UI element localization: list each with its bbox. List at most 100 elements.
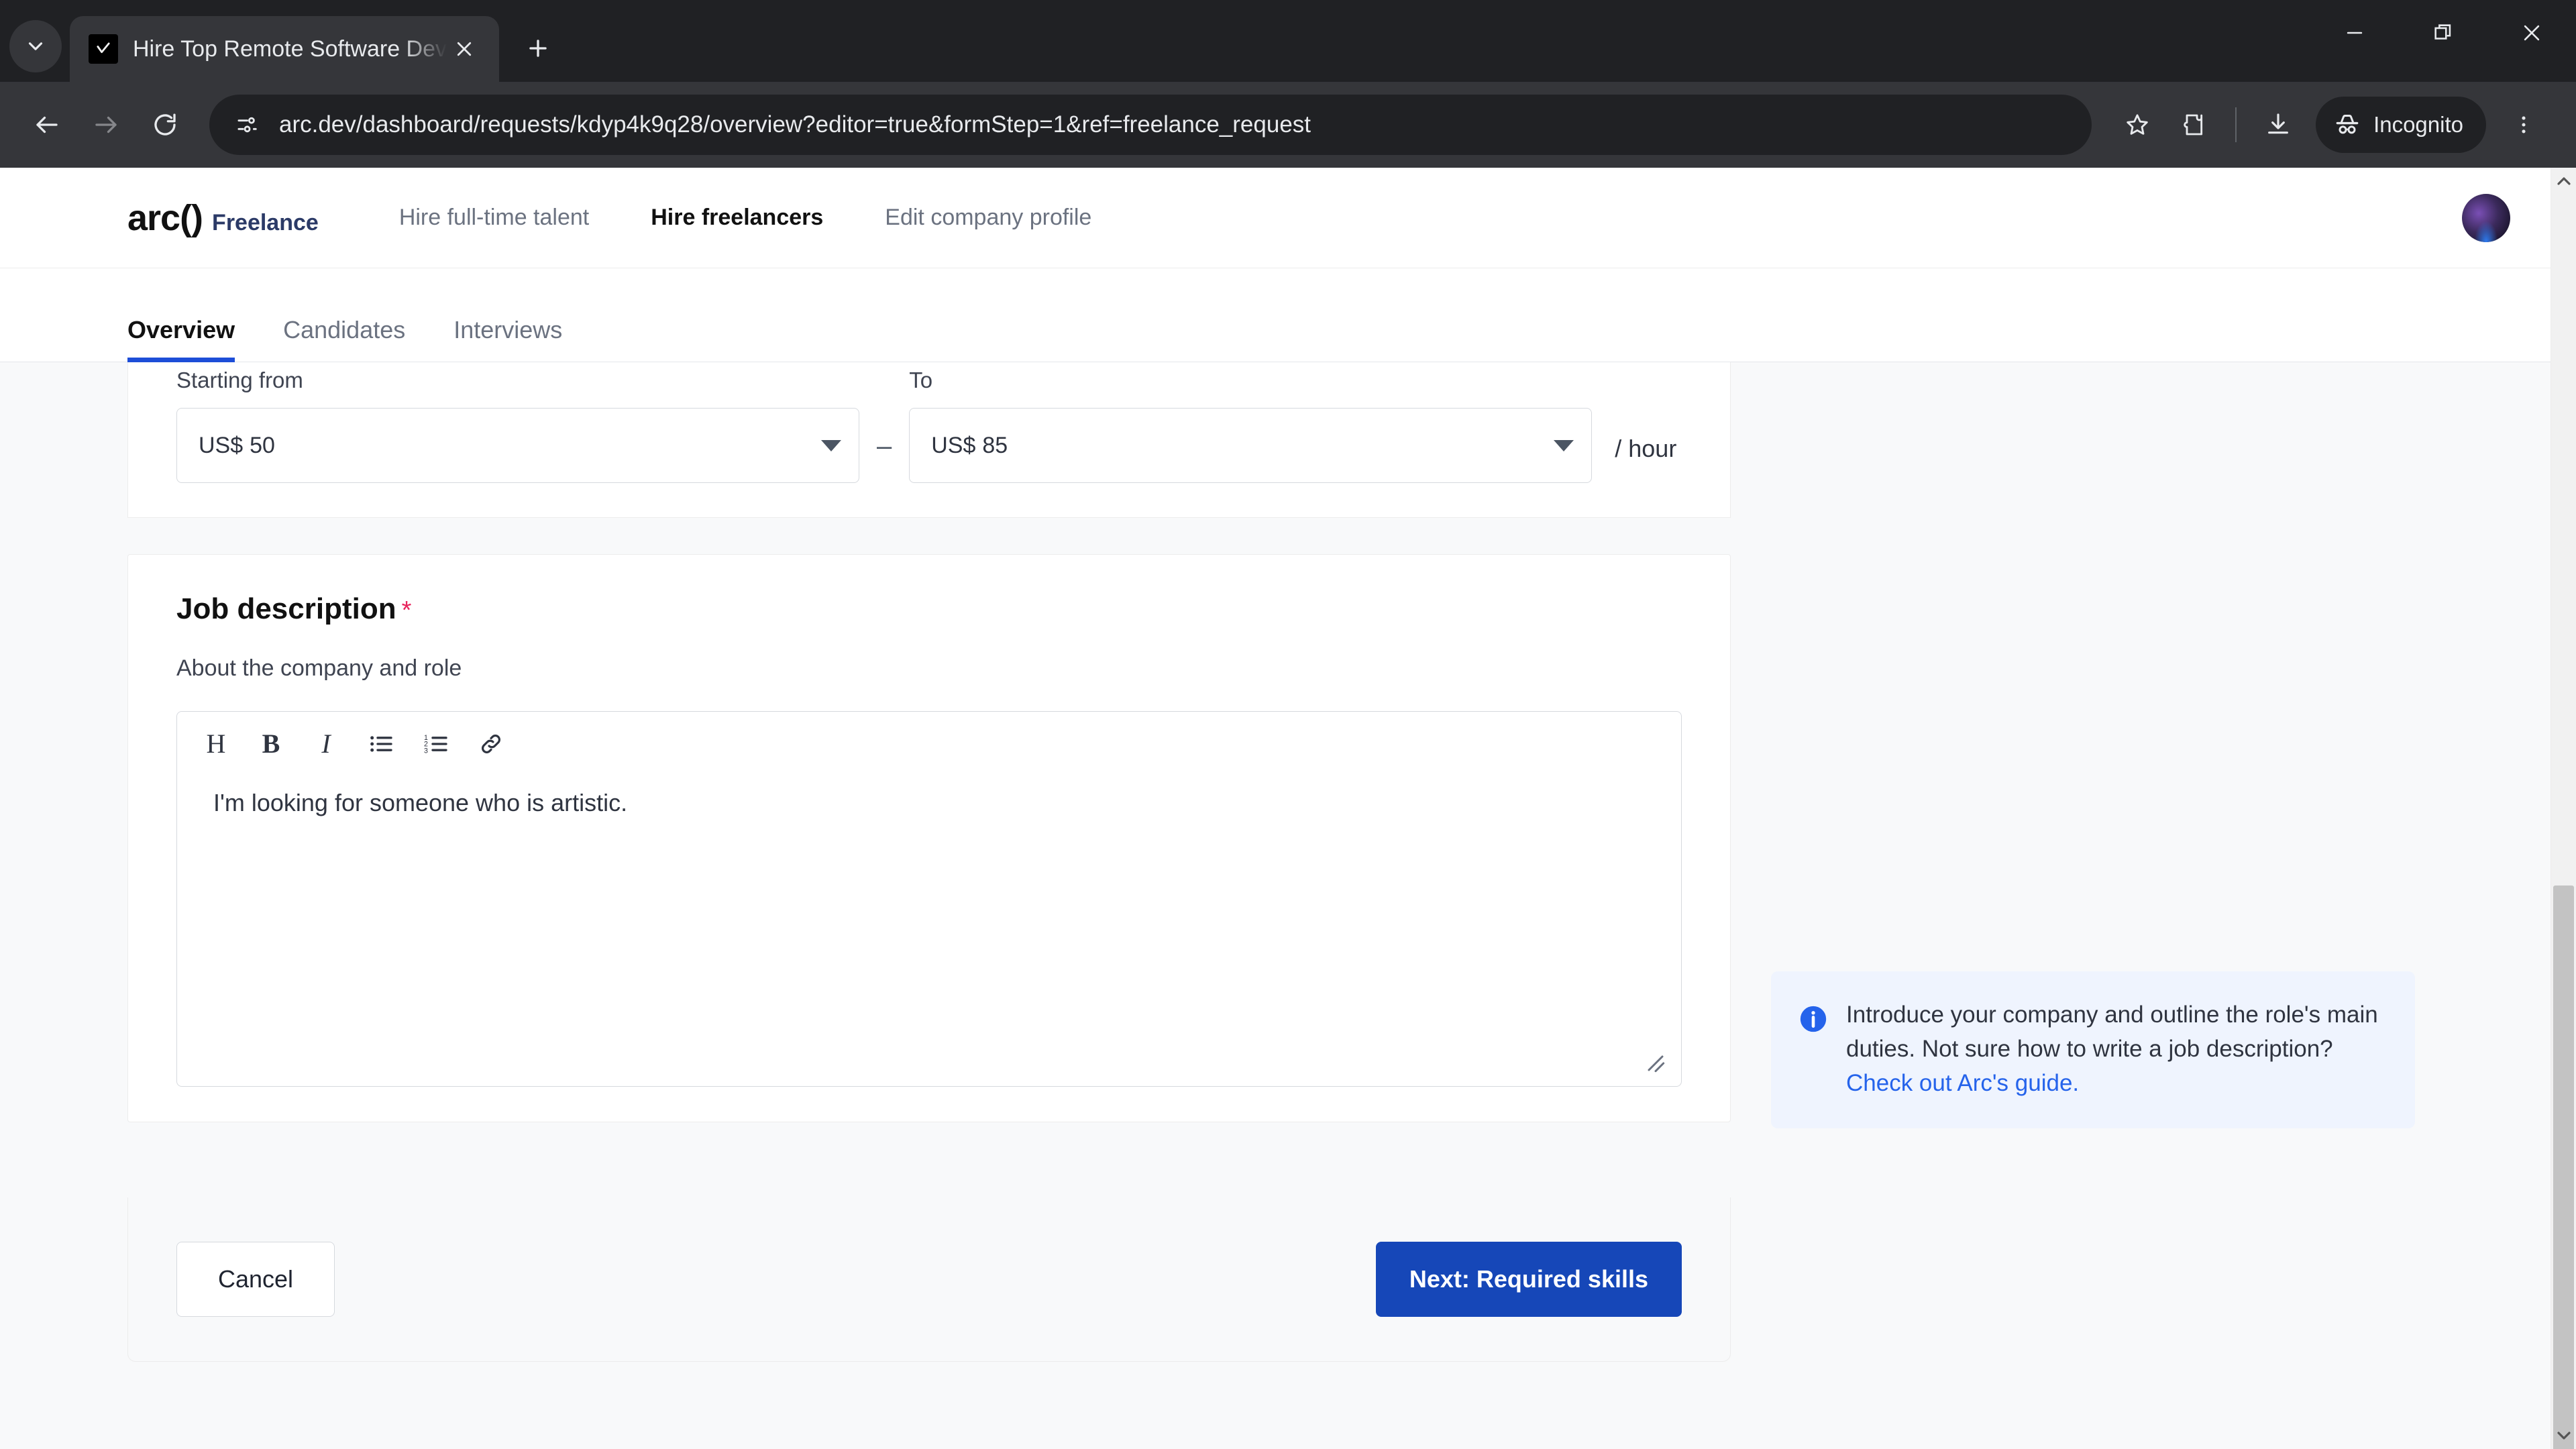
editor-content-area[interactable]: I'm looking for someone who is artistic. <box>177 776 1681 1086</box>
bookmark-button[interactable] <box>2109 97 2165 153</box>
incognito-profile-chip[interactable]: Incognito <box>2316 97 2486 153</box>
italic-button[interactable]: I <box>302 720 350 768</box>
browser-tab[interactable]: Hire Top Remote Software Deve <box>70 16 499 82</box>
hint-body: Introduce your company and outline the r… <box>1846 1002 2378 1062</box>
rate-to-select[interactable]: US$ 85 <box>909 408 1593 483</box>
rate-to-group: To US$ 85 <box>909 368 1593 483</box>
download-icon <box>2268 113 2288 134</box>
incognito-hat-icon <box>2336 115 2359 134</box>
reload-icon <box>154 113 176 136</box>
tab-candidates[interactable]: Candidates <box>283 316 405 362</box>
tab-strip: Hire Top Remote Software Deve <box>0 0 2576 82</box>
rate-range-card: Starting from US$ 50 – To US$ 85 / hour <box>127 362 1731 518</box>
link-icon <box>482 735 500 753</box>
tab-search-button[interactable] <box>9 20 62 72</box>
forward-arrow-icon <box>95 116 117 133</box>
editor-paragraph: I'm looking for someone who is artistic. <box>213 789 628 816</box>
tab-overview[interactable]: Overview <box>127 316 235 363</box>
site-header: arc() Freelance Hire full-time talent Hi… <box>0 168 2551 268</box>
page-content: Starting from US$ 50 – To US$ 85 / hour … <box>0 362 2551 1362</box>
minimize-button[interactable] <box>2310 0 2399 66</box>
close-window-button[interactable] <box>2487 0 2576 66</box>
scrollbar-track[interactable] <box>2551 193 2576 885</box>
forward-button[interactable] <box>76 95 136 154</box>
browser-toolbar: arc.dev/dashboard/requests/kdyp4k9q28/ov… <box>0 82 2576 168</box>
nav-item-edit-company-profile[interactable]: Edit company profile <box>885 205 1091 231</box>
hint-text: Introduce your company and outline the r… <box>1846 998 2385 1100</box>
rate-separator: – <box>877 431 892 461</box>
address-bar[interactable]: arc.dev/dashboard/requests/kdyp4k9q28/ov… <box>209 95 2092 155</box>
bold-icon: B <box>262 729 280 759</box>
chevron-down-icon <box>1554 439 1574 451</box>
form-actions: Cancel Next: Required skills <box>127 1197 1731 1362</box>
tab-close-button[interactable] <box>447 32 482 66</box>
page-scrollbar[interactable] <box>2551 168 2576 1449</box>
page-viewport: arc() Freelance Hire full-time talent Hi… <box>0 168 2576 1449</box>
link-button[interactable] <box>467 720 515 768</box>
job-description-hint: Introduce your company and outline the r… <box>1771 971 2415 1129</box>
back-button[interactable] <box>17 95 76 154</box>
restore-window-icon <box>2434 24 2451 40</box>
incognito-label: Incognito <box>2373 112 2463 137</box>
scroll-down-button[interactable] <box>2551 1424 2576 1449</box>
rate-from-label: Starting from <box>176 368 303 392</box>
cancel-button[interactable]: Cancel <box>176 1242 335 1317</box>
nav-item-hire-full-time-talent[interactable]: Hire full-time talent <box>399 205 589 231</box>
numbered-list-icon: 1 2 3 <box>424 734 447 755</box>
site-settings-button[interactable] <box>223 101 270 148</box>
logo-mark: arc() <box>127 197 203 238</box>
back-arrow-icon <box>36 116 58 133</box>
bold-button[interactable]: B <box>247 720 295 768</box>
chevron-down-icon <box>28 42 43 50</box>
browser-window: Hire Top Remote Software Deve arc.dev/da… <box>0 0 2576 1449</box>
tab-title: Hire Top Remote Software Deve <box>133 36 447 62</box>
heading-icon: H <box>206 729 226 759</box>
main-nav: Hire full-time talent Hire freelancers E… <box>399 205 1154 231</box>
arc-guide-link[interactable]: Check out Arc's guide. <box>1846 1070 2079 1096</box>
star-icon <box>2127 114 2148 135</box>
rate-from-select[interactable]: US$ 50 <box>176 408 859 483</box>
user-avatar[interactable] <box>2462 193 2510 242</box>
reload-button[interactable] <box>136 95 195 154</box>
bullet-list-button[interactable] <box>357 720 405 768</box>
plus-icon <box>529 40 547 57</box>
nav-item-hire-freelancers[interactable]: Hire freelancers <box>651 205 823 231</box>
web-page: arc() Freelance Hire full-time talent Hi… <box>0 168 2551 1449</box>
arc-checkmark-favicon <box>89 34 118 64</box>
rate-to-value: 85 <box>982 432 1008 458</box>
maximize-button[interactable] <box>2399 0 2487 66</box>
tab-interviews[interactable]: Interviews <box>453 316 562 362</box>
minimize-icon <box>2347 32 2363 34</box>
browser-menu-button[interactable] <box>2496 97 2552 153</box>
bullet-list-icon <box>370 736 392 752</box>
required-asterisk: * <box>401 596 412 625</box>
numbered-list-button[interactable]: 1 2 3 <box>412 720 460 768</box>
arc-logo[interactable]: arc() Freelance <box>127 197 319 239</box>
close-icon <box>457 42 472 56</box>
logo-suffix: Freelance <box>212 209 319 235</box>
next-required-skills-button[interactable]: Next: Required skills <box>1375 1242 1682 1317</box>
job-description-subtitle: About the company and role <box>176 655 462 681</box>
rich-text-editor[interactable]: H B I 1 2 3 I'm looking for someone who … <box>176 711 1682 1087</box>
italic-icon: I <box>321 729 331 759</box>
request-tabs: Overview Candidates Interviews <box>0 268 2551 363</box>
window-controls <box>2310 0 2576 82</box>
heading-button[interactable]: H <box>192 720 240 768</box>
section-title: Job description <box>176 592 396 625</box>
url-text: arc.dev/dashboard/requests/kdyp4k9q28/ov… <box>279 111 1311 138</box>
new-tab-button[interactable] <box>514 24 562 72</box>
rate-to-currency: US$ <box>931 432 976 458</box>
chevron-up-icon <box>2557 177 2571 185</box>
kebab-menu-icon <box>2522 116 2526 133</box>
rate-from-value: 50 <box>250 432 275 458</box>
svg-text:3: 3 <box>424 747 428 755</box>
scrollbar-thumb[interactable] <box>2553 885 2574 1449</box>
rate-to-label: To <box>909 368 933 392</box>
resize-handle-icon[interactable] <box>1642 1050 1669 1077</box>
extensions-button[interactable] <box>2165 97 2222 153</box>
scroll-up-button[interactable] <box>2551 168 2576 193</box>
info-circle-icon <box>1800 1006 1827 1032</box>
rate-from-currency: US$ <box>199 432 244 458</box>
downloads-button[interactable] <box>2250 97 2306 153</box>
site-settings-icon <box>237 117 257 133</box>
